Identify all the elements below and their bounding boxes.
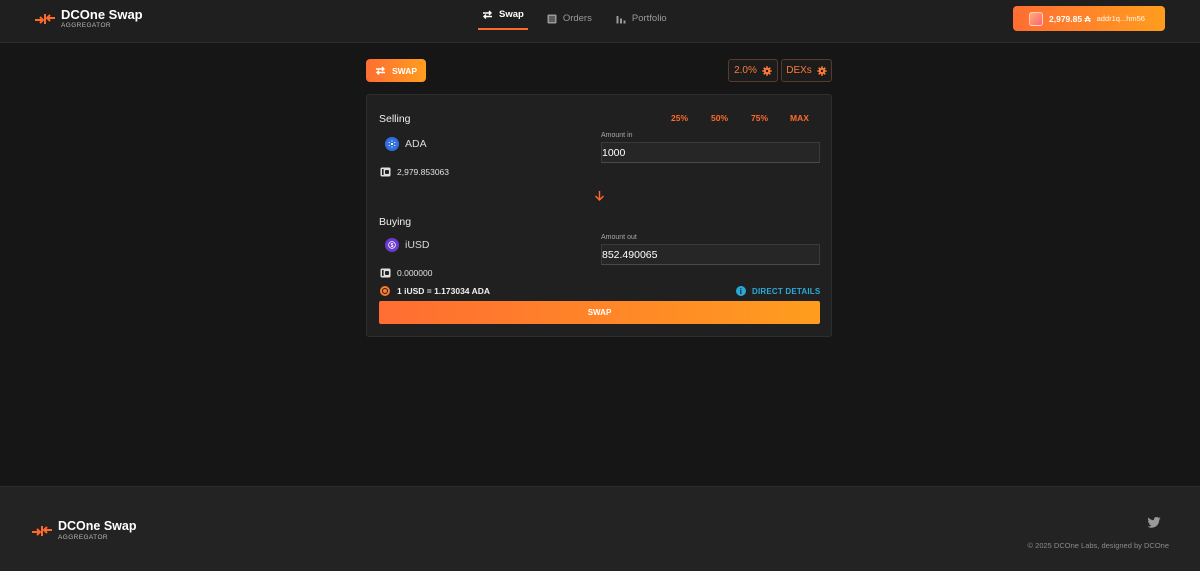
- brand-title: DCOne Swap: [61, 7, 143, 22]
- logo-icon: [32, 525, 52, 536]
- orders-icon: [547, 14, 557, 23]
- direct-details-label: DIRECT DETAILS: [752, 286, 821, 296]
- rate-indicator-icon: [380, 286, 390, 296]
- amount-out-label: Amount out: [601, 234, 637, 241]
- gear-icon: [762, 65, 772, 76]
- buy-balance: 0.000000: [380, 268, 432, 278]
- sell-token-selector[interactable]: ADA: [385, 137, 427, 151]
- buy-token-selector[interactable]: $ iUSD: [385, 238, 430, 252]
- swap-card: Selling 25% 50% 75% MAX ADA 2,979.853063…: [366, 94, 832, 337]
- logo-icon: [35, 13, 55, 24]
- nav-orders[interactable]: Orders: [543, 0, 596, 37]
- percent-75-button[interactable]: 75%: [751, 113, 768, 123]
- copyright-text: © 2025 DCOne Labs, designed by DCOne: [1027, 541, 1169, 550]
- gear-icon: [817, 65, 827, 76]
- sell-balance: 2,979.853063: [380, 167, 449, 177]
- nav-swap-label: Swap: [499, 8, 524, 20]
- sell-balance-value: 2,979.853063: [397, 167, 449, 177]
- percent-max-button[interactable]: MAX: [790, 113, 809, 123]
- swap-icon: [483, 10, 492, 19]
- amount-out-input[interactable]: 852.490065: [601, 244, 820, 265]
- exchange-rate-text: 1 iUSD = 1.173034 ADA: [397, 286, 490, 296]
- wallet-avatar-icon: [1029, 11, 1043, 26]
- buying-label: Buying: [379, 216, 412, 228]
- amount-in-input[interactable]: 1000: [601, 142, 820, 163]
- svg-text:$: $: [391, 243, 394, 249]
- footer-brand-logo[interactable]: DCOne Swap AGGREGATOR: [31, 520, 137, 541]
- top-header: DCOne Swap AGGREGATOR Swap Orders Portfo…: [0, 0, 1200, 43]
- footer-brand-title: DCOne Swap: [58, 519, 137, 533]
- buy-token-symbol: iUSD: [405, 239, 430, 251]
- direct-details-link[interactable]: i DIRECT DETAILS: [736, 286, 820, 296]
- portfolio-icon: [616, 15, 626, 23]
- buy-balance-value: 0.000000: [397, 268, 433, 278]
- nav-portfolio-label: Portfolio: [631, 13, 667, 24]
- sell-token-symbol: ADA: [405, 138, 427, 150]
- dexs-button[interactable]: DEXs: [781, 59, 832, 82]
- iusd-token-icon: $: [385, 238, 399, 252]
- swap-mode-label: SWAP: [391, 65, 418, 76]
- arrow-down-icon[interactable]: [594, 190, 605, 202]
- wallet-button[interactable]: 2,979.85 ₳ addr1q...hm56: [1013, 6, 1165, 31]
- footer-brand-subtitle: AGGREGATOR: [58, 533, 108, 541]
- wallet-balance: 2,979.85 ₳: [1049, 13, 1091, 24]
- slippage-button[interactable]: 2.0%: [728, 59, 778, 82]
- percent-50-button[interactable]: 50%: [711, 113, 728, 123]
- nav-swap[interactable]: Swap: [478, 0, 528, 30]
- swap-mode-button[interactable]: SWAP: [366, 59, 426, 82]
- wallet-address: addr1q...hm56: [1096, 14, 1145, 23]
- wallet-icon: [380, 268, 391, 278]
- exchange-rate: 1 iUSD = 1.173034 ADA: [380, 286, 490, 296]
- brand-logo[interactable]: DCOne Swap AGGREGATOR: [34, 8, 143, 30]
- info-icon: i: [736, 286, 746, 296]
- twitter-icon[interactable]: [1147, 517, 1161, 528]
- page-footer: DCOne Swap AGGREGATOR © 2025 DCOne Labs,…: [0, 486, 1200, 571]
- percent-25-button[interactable]: 25%: [671, 113, 688, 123]
- swap-icon: [375, 66, 385, 75]
- main-nav: Swap Orders Portfolio: [478, 0, 671, 43]
- ada-token-icon: [385, 137, 399, 151]
- nav-portfolio[interactable]: Portfolio: [612, 0, 671, 37]
- brand-subtitle: AGGREGATOR: [61, 22, 111, 29]
- swap-submit-button[interactable]: SWAP: [379, 301, 820, 324]
- nav-orders-label: Orders: [562, 13, 592, 24]
- selling-label: Selling: [379, 113, 411, 125]
- wallet-icon: [380, 167, 391, 177]
- slippage-value: 2.0%: [734, 65, 757, 76]
- amount-in-label: Amount in: [601, 132, 633, 139]
- dexs-label: DEXs: [786, 65, 812, 76]
